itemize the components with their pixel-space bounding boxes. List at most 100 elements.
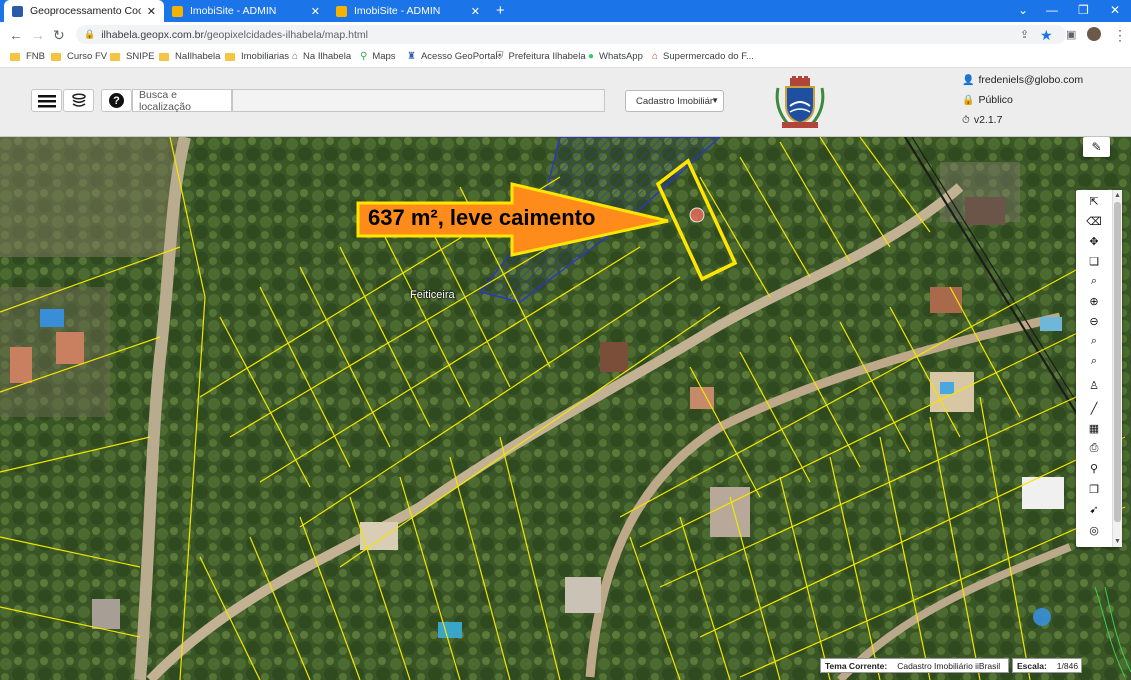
forward-icon[interactable]: → [31, 27, 45, 43]
menu-kebab-icon[interactable]: ⋮ [1113, 27, 1127, 44]
street-view-tool[interactable]: ♙ [1076, 375, 1112, 395]
tab-imobisite-1[interactable]: ImobiSite - ADMIN ✕ [164, 0, 328, 22]
side-panel-icon[interactable]: ▣ [1066, 28, 1076, 41]
url-host: ilhabela.geopx.com.br [101, 28, 204, 41]
layers-query-tool[interactable]: ❏ [1076, 251, 1112, 271]
copy-tool[interactable]: ❐ [1076, 479, 1112, 499]
bookmark-label: Curso FV [67, 51, 108, 62]
home-icon: ⌂ [292, 51, 299, 62]
search-input[interactable] [232, 89, 605, 112]
help-button[interactable]: ? [101, 89, 132, 112]
current-theme-status: Tema Corrente: Cadastro Imobiliário iiBr… [820, 658, 1009, 673]
lock-favicon-icon [336, 5, 347, 17]
zoom-in-tool[interactable]: ⊕ [1076, 291, 1112, 311]
tools-scrollbar[interactable]: ▲ ▼ [1112, 190, 1122, 547]
help-tool[interactable]: ◎ [1076, 520, 1112, 540]
bookmark-label: Acesso GeoPortal [420, 51, 498, 62]
address-bar[interactable]: 🔒 ilhabela.geopx.com.br/geopixelcidades-… [76, 25, 1066, 44]
bookmark-label: FNB [26, 51, 45, 62]
new-tab-button[interactable]: + [496, 2, 505, 19]
bookmark-supermercado[interactable]: ⌂ Supermercado do F... [652, 51, 754, 62]
map-tools-panel: ⇱ ⌫ ✥ ❏ ⌕ ⊕ ⊖ ⌕ ⌕ ♙ ╱ ▦ ⎙ ⚲ ❐ ➹ ◎ ▲ ▼ [1076, 190, 1122, 547]
scale-label: Escala: [1017, 660, 1047, 671]
zoom-box-tool[interactable]: ⌕ [1076, 271, 1112, 291]
measure-line-tool[interactable]: ╱ [1076, 398, 1112, 418]
tab-geoprocessamento[interactable]: Geoprocessamento Coorporativo ✕ [4, 0, 164, 22]
tab-imobisite-2[interactable]: ImobiSite - ADMIN ✕ [328, 0, 488, 22]
bookmark-curso-fv[interactable]: Curso FV [51, 51, 107, 62]
bookmark-whatsapp[interactable]: ● WhatsApp [588, 51, 643, 62]
scroll-down-icon[interactable]: ▼ [1114, 538, 1121, 545]
close-window-icon[interactable]: ✕ [1110, 3, 1120, 17]
place-label: Feiticeira [410, 289, 455, 301]
tab-search-icon[interactable]: ⌄ [1018, 3, 1028, 17]
select-arrow-tool[interactable]: ⇱ [1076, 191, 1112, 211]
bookmark-imobiliarias[interactable]: Imobiliarias [225, 51, 289, 62]
access-row: 🔒 Público [962, 94, 1013, 106]
chevron-down-icon: ▼ [711, 96, 719, 105]
access-level: Público [978, 94, 1013, 106]
lock-icon: 🔒 [962, 94, 975, 106]
print-tool[interactable]: ⎙ [1076, 438, 1112, 458]
zoom-next-tool[interactable]: ⌕ [1076, 351, 1112, 371]
bookmark-prefeitura-ilhabela[interactable]: ⛨ Prefeitura Ilhabela [496, 51, 586, 62]
bookmark-na-ilhabela[interactable]: ⌂ Na Ilhabela [292, 51, 351, 62]
bookmark-label: Maps [372, 51, 396, 62]
clock-icon: ⏱ [962, 114, 970, 126]
crest-icon: ⛨ [496, 51, 504, 62]
zoom-out-icon: ⊖ [1089, 315, 1099, 328]
search-label[interactable]: Busca e localização [132, 89, 232, 113]
scroll-thumb[interactable] [1114, 202, 1121, 522]
theme-value: Cadastro Imobiliário iiBrasil [897, 660, 1001, 671]
measure-area-tool[interactable]: ▦ [1076, 418, 1112, 438]
folder-icon [225, 52, 235, 61]
bookmark-label: Supermercado do F... [663, 51, 754, 62]
zoom-previous-icon: ⌕ [1090, 334, 1098, 347]
restore-icon[interactable]: ❐ [1078, 3, 1089, 17]
bookmark-label: NaIlhabela [175, 51, 221, 62]
back-icon[interactable]: ← [9, 27, 23, 43]
pin-icon: ➹ [1089, 503, 1099, 516]
crest-favicon-icon [12, 5, 23, 17]
layers-button[interactable] [63, 89, 94, 112]
share-icon[interactable]: ⇪ [1020, 28, 1029, 41]
reload-icon[interactable]: ↻ [53, 27, 65, 44]
full-extent-tool[interactable]: ✥ [1076, 231, 1112, 251]
bookmark-fnb[interactable]: FNB [10, 51, 45, 62]
pin-tool[interactable]: ➹ [1076, 499, 1112, 519]
folder-icon [10, 52, 20, 61]
street-view-icon: ♙ [1089, 379, 1099, 392]
url-path: /geopixelcidades-ilhabela/map.html [203, 28, 368, 41]
bookmark-snipe[interactable]: SNIPE [110, 51, 155, 62]
close-tab-icon[interactable]: ✕ [311, 5, 320, 18]
zoom-box-icon: ⌕ [1090, 274, 1098, 287]
copy-icon: ❐ [1089, 483, 1099, 496]
scroll-up-icon[interactable]: ▲ [1114, 192, 1121, 199]
browser-tab-strip: Geoprocessamento Coorporativo ✕ ImobiSit… [0, 0, 1131, 22]
measure-line-icon: ╱ [1090, 402, 1098, 415]
profile-avatar[interactable] [1087, 27, 1101, 41]
eraser-tool[interactable]: ⌫ [1076, 211, 1112, 231]
bookmark-maps[interactable]: ⚲ Maps [360, 51, 396, 62]
eraser-icon: ⌫ [1086, 215, 1102, 228]
bookmark-label: SNIPE [126, 51, 155, 62]
zoom-previous-tool[interactable]: ⌕ [1076, 331, 1112, 351]
zoom-out-tool[interactable]: ⊖ [1076, 311, 1112, 331]
bookmark-nailhabela[interactable]: NaIlhabela [159, 51, 220, 62]
close-tab-icon[interactable]: ✕ [147, 5, 156, 18]
bookmark-star-icon[interactable]: ★ [1040, 27, 1053, 44]
close-tab-icon[interactable]: ✕ [471, 5, 480, 18]
layer-select[interactable]: Cadastro Imobiliár ▼ [625, 90, 724, 112]
edit-pencil-button[interactable]: ✎ [1083, 137, 1110, 157]
bookmark-acesso-geoportal[interactable]: ♜ Acesso GeoPortal [407, 51, 498, 62]
municipal-crest-logo [775, 76, 825, 128]
bookmarks-bar: FNB Curso FV SNIPE NaIlhabela Imobiliari… [0, 46, 1131, 68]
minimize-icon[interactable]: — [1046, 3, 1058, 17]
main-menu-button[interactable] [31, 89, 62, 112]
pencil-icon: ✎ [1091, 140, 1102, 154]
place-marker-icon: ⚲ [1089, 462, 1099, 475]
tab-title: Geoprocessamento Coorporativo [30, 5, 141, 17]
whatsapp-icon: ● [588, 51, 595, 62]
user-icon: 👤 [962, 74, 975, 86]
place-marker-tool[interactable]: ⚲ [1076, 458, 1112, 478]
